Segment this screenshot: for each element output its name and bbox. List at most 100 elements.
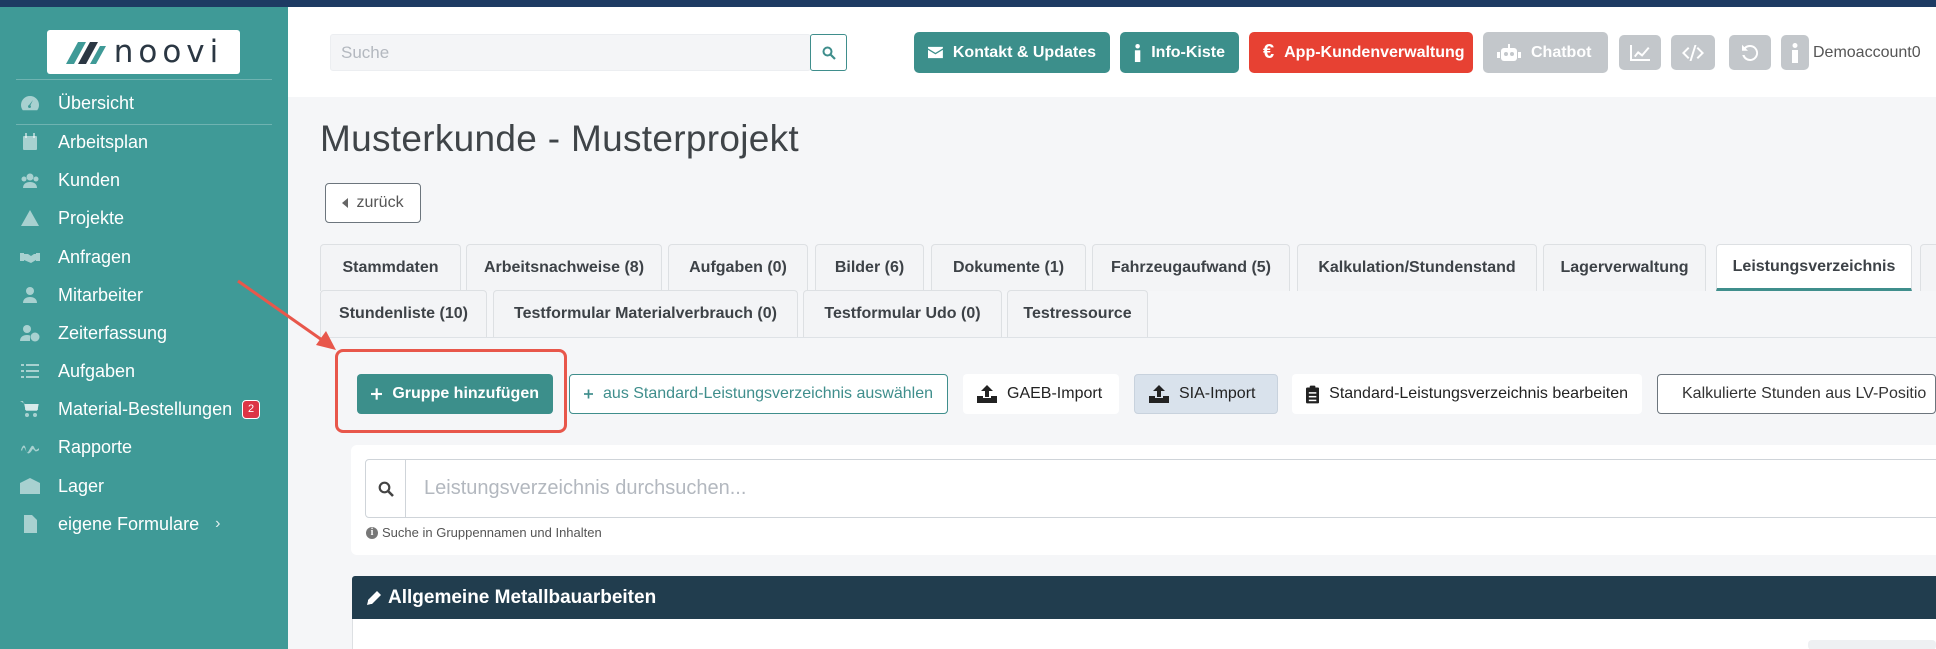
handshake-icon [19, 248, 41, 266]
global-search-input[interactable] [330, 34, 811, 71]
sidebar-item-label: Übersicht [58, 92, 135, 113]
sidebar-item-aufgaben[interactable]: Aufgaben [0, 351, 288, 391]
tab-kalkulation-stundenstand[interactable]: Kalkulation/Stundenstand [1297, 244, 1537, 291]
chatbot-label: Chatbot [1531, 43, 1592, 61]
add-group-button[interactable]: Gruppe hinzufügen [357, 374, 553, 414]
sidebar-item-label: Rapporte [58, 436, 133, 457]
tab-leistungsverzeichnis[interactable]: Leistungsverzeichnis [1716, 244, 1912, 291]
sidebar-item-mitarbeiter[interactable]: Mitarbeiter [0, 275, 288, 315]
kontakt-updates-button[interactable]: Kontakt & Updates [914, 32, 1110, 73]
tasks-icon [19, 362, 41, 380]
app-kundenverwaltung-button[interactable]: € App-Kundenverwaltung [1249, 32, 1473, 73]
group-body-element [1808, 640, 1936, 649]
caret-left-icon [342, 198, 349, 208]
tab-aufgaben[interactable]: Aufgaben (0) [668, 244, 808, 291]
euro-icon: € [1263, 41, 1275, 63]
dashboard-icon [19, 94, 41, 112]
calculated-hours-button[interactable]: Kalkulierte Stunden aus LV-Positio [1657, 374, 1936, 414]
tab-dokumente[interactable]: Dokumente (1) [931, 244, 1086, 291]
info-circle-icon: i [366, 526, 378, 539]
calendar-icon [19, 133, 41, 151]
tab-testressource[interactable]: Testressource [1007, 290, 1148, 337]
tab-stundenliste[interactable]: Stundenliste (10) [320, 290, 487, 337]
app-kundenverwaltung-label: App-Kundenverwaltung [1284, 43, 1465, 61]
plus-icon [584, 389, 594, 399]
project-icon [19, 209, 41, 227]
sidebar-item-label: Arbeitsplan [58, 131, 149, 152]
edit-standard-lv-button[interactable]: Standard-Leistungsverzeichnis bearbeiten [1292, 374, 1642, 414]
sidebar-item-label: eigene Formulare [58, 513, 200, 534]
sidebar-item-anfragen[interactable]: Anfragen [0, 237, 288, 277]
logo-text: noovi [113, 34, 224, 70]
tab-lagerverwaltung[interactable]: Lagerverwaltung [1543, 244, 1706, 291]
sidebar-item-label: Projekte [58, 207, 125, 228]
tab-overflow[interactable] [1920, 244, 1936, 291]
info-kiste-button[interactable]: Info-Kiste [1120, 32, 1239, 73]
sidebar-item-arbeitsplan[interactable]: Arbeitsplan [0, 122, 288, 162]
search-icon [366, 460, 406, 517]
notification-badge: 2 [242, 399, 261, 419]
user-clock-icon [19, 324, 41, 342]
undo-button[interactable] [1729, 35, 1771, 70]
sidebar-item-label: Anfragen [58, 246, 132, 267]
lv-search-input[interactable] [406, 477, 1936, 500]
warehouse-icon [19, 477, 41, 495]
top-stripe [0, 0, 1936, 7]
sidebar-item-projekte[interactable]: Projekte [0, 198, 288, 238]
back-button[interactable]: zurück [325, 183, 421, 223]
tab-bilder[interactable]: Bilder (6) [815, 244, 924, 291]
chatbot-button[interactable]: Chatbot [1483, 32, 1608, 73]
signature-icon [19, 438, 41, 456]
search-button[interactable] [810, 34, 847, 71]
sidebar-item-label: Zeiterfassung [58, 322, 168, 343]
sidebar-item-lager[interactable]: Lager [0, 466, 288, 506]
users-icon [19, 171, 41, 189]
logo[interactable]: noovi [47, 30, 240, 74]
search-hint-text: Suche in Gruppennamen und Inhalten [382, 525, 602, 540]
sia-import-label: SIA-Import [1179, 385, 1256, 402]
back-label: zurück [356, 194, 404, 211]
sia-import-button[interactable]: SIA-Import [1134, 374, 1278, 414]
group-header[interactable]: Allgemeine Metallbauarbeiten [352, 576, 1936, 619]
tab-testformular-materialverbrauch[interactable]: Testformular Materialverbrauch (0) [493, 290, 798, 337]
info-icon [1792, 42, 1798, 63]
gaeb-import-label: GAEB-Import [1007, 385, 1103, 402]
sidebar-item-label: Mitarbeiter [58, 284, 144, 305]
file-icon [19, 515, 41, 533]
tab-testformular-udo[interactable]: Testformular Udo (0) [803, 290, 1002, 337]
tabs-divider [320, 337, 1936, 338]
tab-fahrzeugaufwand[interactable]: Fahrzeugaufwand (5) [1092, 244, 1290, 291]
code-button[interactable] [1671, 35, 1715, 70]
plus-icon [371, 388, 383, 400]
sidebar: noovi Übersicht Arbeitsplan Kunden Proje… [0, 7, 288, 649]
statistics-button[interactable] [1619, 35, 1661, 70]
kontakt-updates-label: Kontakt & Updates [952, 43, 1096, 61]
user-icon [19, 286, 41, 304]
info-icon [1134, 43, 1141, 62]
sidebar-item-uebersicht[interactable]: Übersicht [0, 83, 288, 123]
envelope-icon [928, 46, 943, 59]
sidebar-item-label: Kunden [58, 169, 121, 190]
sidebar-item-rapporte[interactable]: Rapporte [0, 427, 288, 467]
account-name[interactable]: Demoaccount0 [1813, 44, 1921, 62]
edit-standard-lv-label: Standard-Leistungsverzeichnis bearbeiten [1329, 385, 1628, 402]
sidebar-item-material-bestellungen[interactable]: Material-Bestellungen 2 [0, 389, 288, 429]
tab-stammdaten[interactable]: Stammdaten [320, 244, 461, 291]
select-from-standard-button[interactable]: aus Standard-Leistungsverzeichnis auswäh… [569, 374, 948, 414]
cart-icon [19, 400, 41, 418]
lv-search-group [365, 459, 1936, 518]
gaeb-import-button[interactable]: GAEB-Import [963, 374, 1119, 414]
chart-line-icon [1630, 44, 1650, 61]
sidebar-item-kunden[interactable]: Kunden [0, 160, 288, 200]
account-info-button[interactable] [1781, 35, 1809, 70]
search-icon [822, 46, 836, 60]
upload-icon [1149, 385, 1169, 403]
add-group-label: Gruppe hinzufügen [392, 385, 539, 402]
sidebar-item-eigene-formulare[interactable]: eigene Formulare › [0, 504, 288, 544]
sidebar-item-zeiterfassung[interactable]: Zeiterfassung [0, 313, 288, 353]
select-from-standard-label: aus Standard-Leistungsverzeichnis auswäh… [603, 385, 933, 402]
sidebar-item-label: Aufgaben [58, 360, 136, 381]
tab-arbeitsnachweise[interactable]: Arbeitsnachweise (8) [466, 244, 662, 291]
info-kiste-label: Info-Kiste [1151, 43, 1225, 61]
calculated-hours-label: Kalkulierte Stunden aus LV-Positio [1682, 385, 1927, 402]
